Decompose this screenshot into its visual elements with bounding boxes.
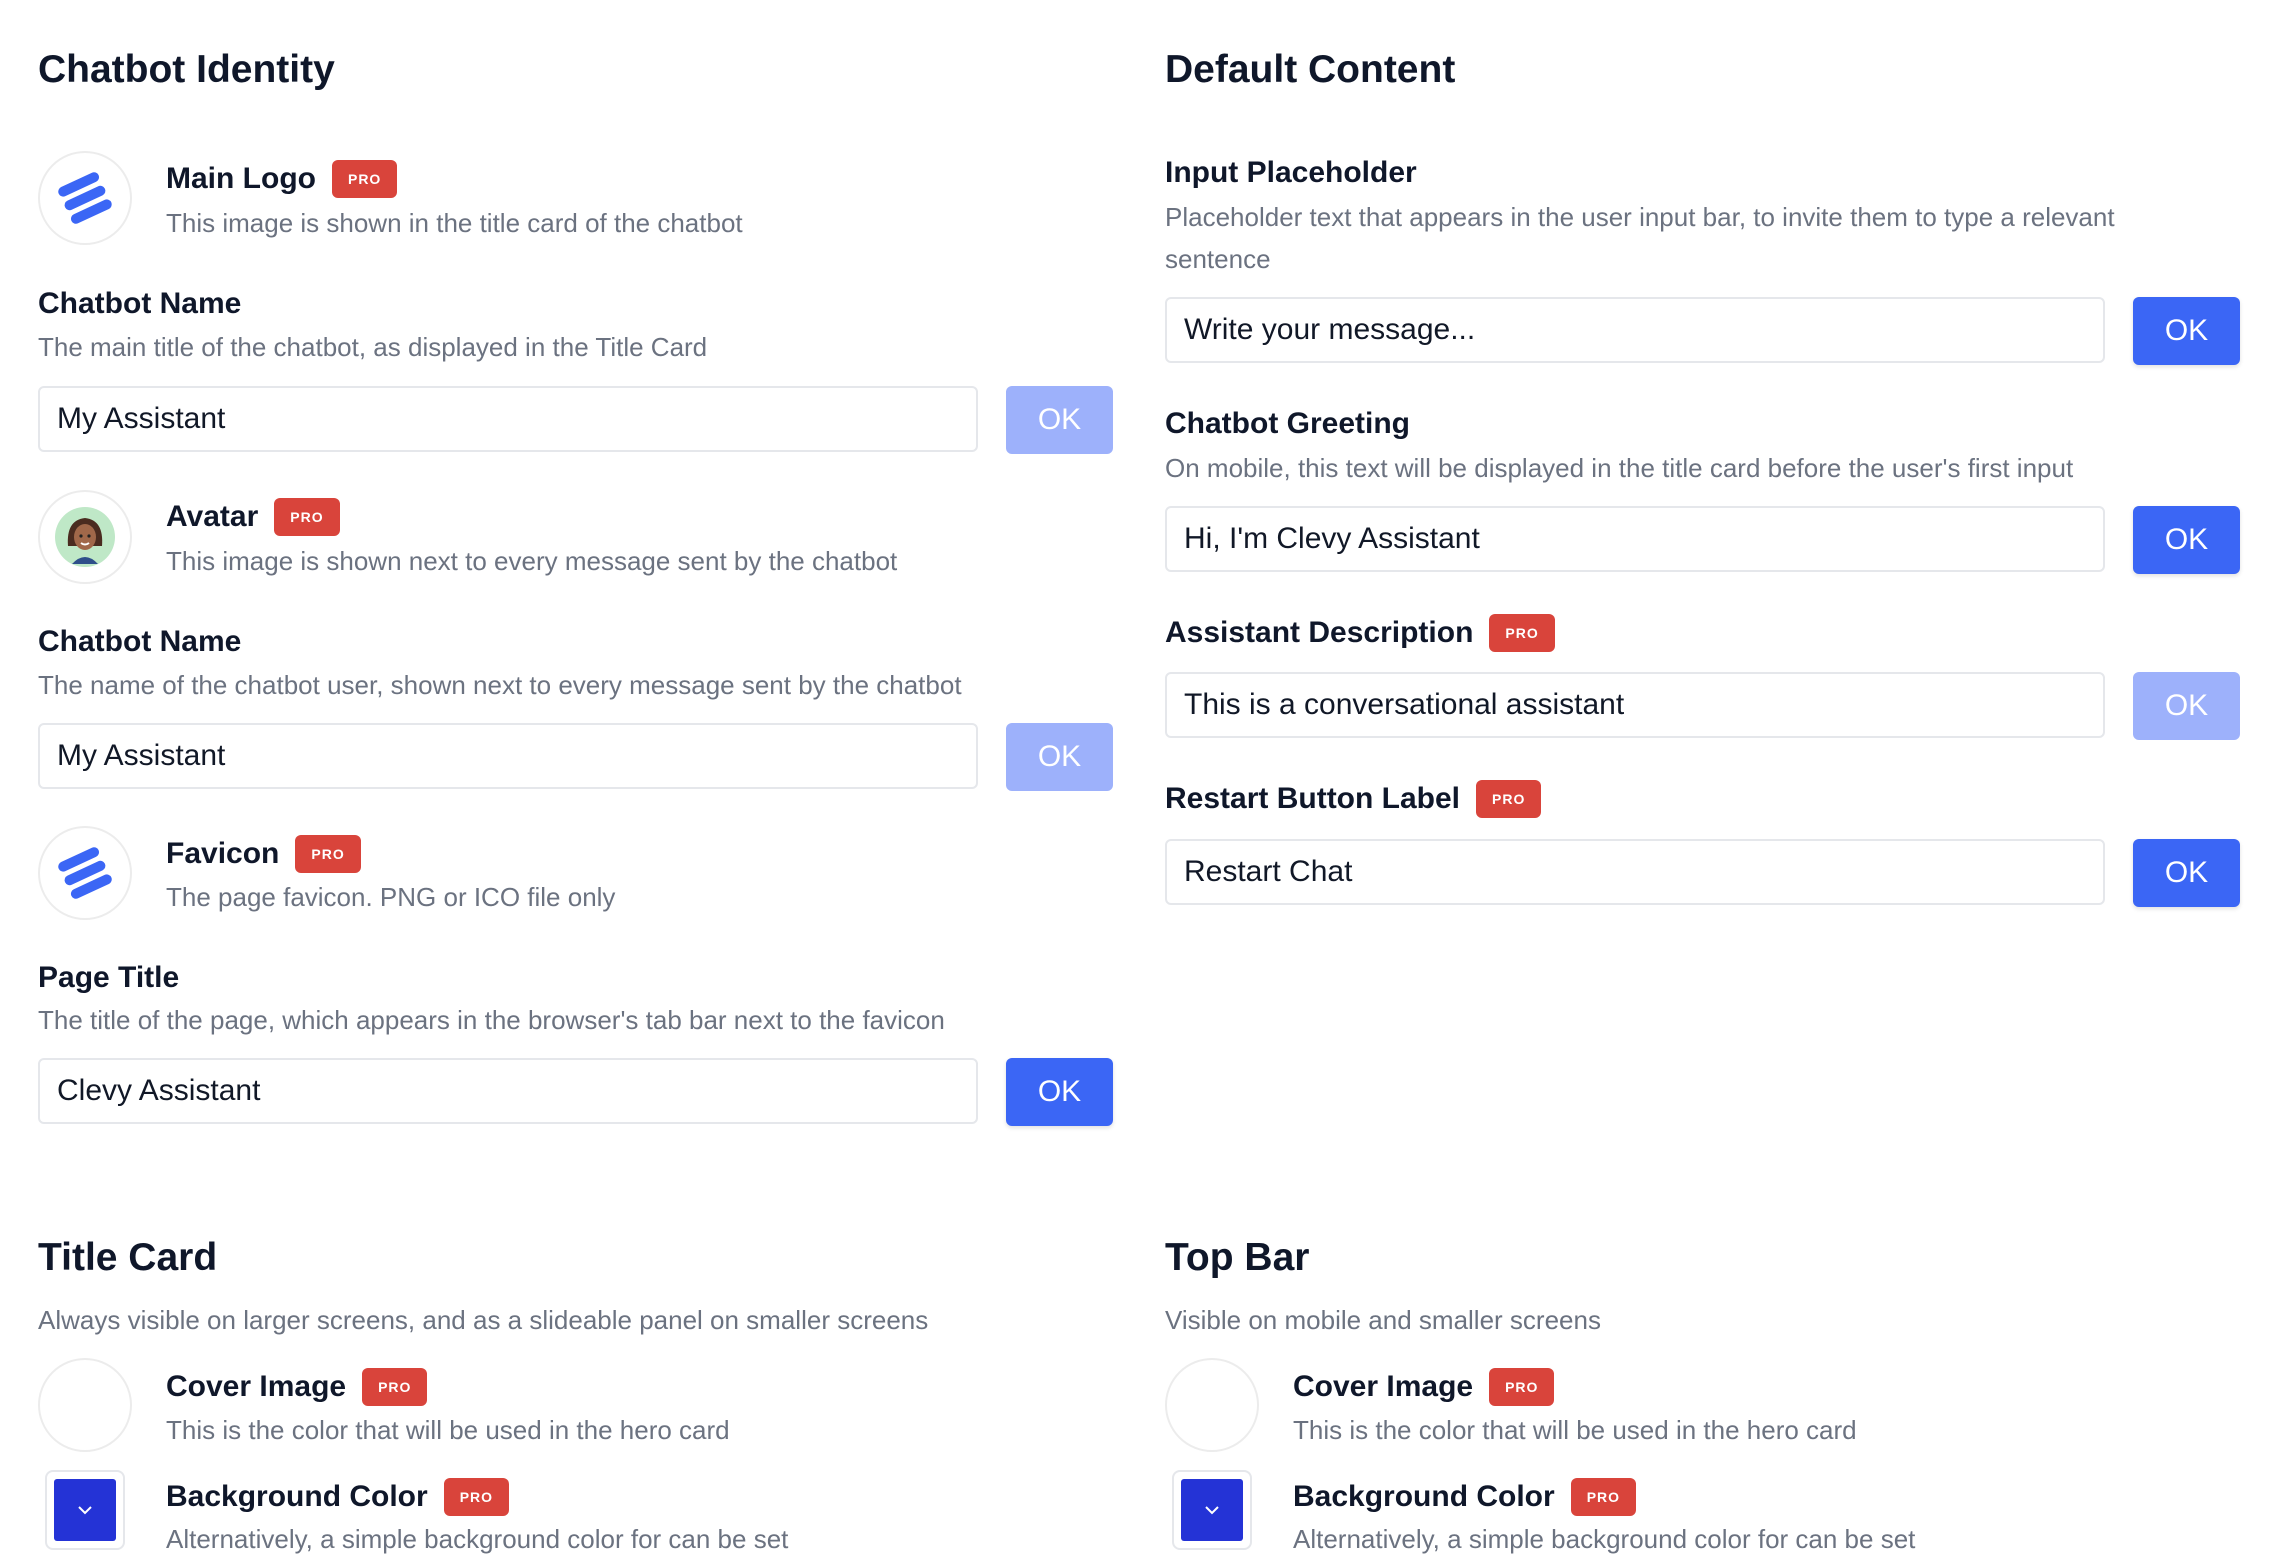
top-bar-description: Visible on mobile and smaller screens — [1165, 1305, 1601, 1335]
pro-badge: PRO — [1489, 1368, 1555, 1406]
main-logo-upload[interactable] — [38, 151, 132, 245]
chevron-down-icon — [78, 1506, 92, 1515]
chevron-down-icon — [1205, 1506, 1219, 1515]
top-bar-background-color-description: Alternatively, a simple background color… — [1293, 1524, 1916, 1554]
input-placeholder-row: OK — [1165, 297, 2240, 367]
avatar-description: This image is shown next to every messag… — [166, 546, 898, 576]
assistant-description-ok-button[interactable]: OK — [2133, 672, 2240, 740]
pro-badge: PRO — [362, 1368, 428, 1406]
greeting-row: OK — [1165, 506, 2240, 576]
background-color-label: Background Color — [166, 1480, 428, 1513]
title-card-color-picker[interactable] — [45, 1470, 125, 1550]
restart-label-ok-button[interactable]: OK — [2133, 839, 2240, 907]
favicon-upload[interactable] — [38, 826, 132, 920]
input-placeholder-input[interactable] — [1165, 297, 2105, 363]
title-card-background-color-title: Background Color PRO — [166, 1478, 510, 1516]
section-title-chatbot-identity: Chatbot Identity — [38, 48, 335, 91]
section-title-top-bar: Top Bar — [1165, 1236, 1310, 1279]
chatbot-name-row: OK — [38, 386, 1113, 456]
greeting-input[interactable] — [1165, 506, 2105, 572]
assistant-description-title: Assistant Description PRO — [1165, 614, 1555, 652]
chatbot-user-name-input[interactable] — [38, 723, 978, 789]
restart-label-input[interactable] — [1165, 839, 2105, 905]
pro-badge: PRO — [331, 160, 398, 198]
pro-badge: PRO — [1489, 614, 1555, 652]
top-bar-cover-image-title: Cover Image PRO — [1293, 1368, 1555, 1406]
greeting-description: On mobile, this text will be displayed i… — [1165, 453, 2074, 483]
input-placeholder-label: Input Placeholder — [1165, 156, 1417, 189]
chatbot-name-ok-button[interactable]: OK — [1006, 386, 1113, 454]
input-placeholder-description: Placeholder text that appears in the use… — [1165, 202, 2115, 274]
top-bar-background-color-title: Background Color PRO — [1293, 1478, 1637, 1516]
assistant-description-row: OK — [1165, 672, 2240, 742]
pro-badge: PRO — [295, 835, 361, 873]
restart-label-title: Restart Button Label PRO — [1165, 780, 1542, 818]
pro-badge: PRO — [1476, 780, 1542, 818]
greeting-ok-button[interactable]: OK — [2133, 506, 2240, 574]
assistant-description-label: Assistant Description — [1165, 616, 1474, 649]
section-title-default-content: Default Content — [1165, 48, 1456, 91]
avatar-label: Avatar — [166, 500, 259, 533]
pro-badge: PRO — [1570, 1478, 1637, 1516]
assistant-description-input[interactable] — [1165, 672, 2105, 738]
input-placeholder-ok-button[interactable]: OK — [2133, 297, 2240, 365]
page-title-label: Page Title — [38, 961, 180, 994]
restart-label-row: OK — [1165, 839, 2240, 909]
page-title-input[interactable] — [38, 1058, 978, 1124]
logo-icon — [58, 172, 112, 224]
pro-badge: PRO — [274, 498, 340, 536]
title-card-cover-image-title: Cover Image PRO — [166, 1368, 428, 1406]
avatar-upload[interactable] — [38, 490, 132, 584]
background-color-label: Background Color — [1293, 1480, 1555, 1513]
favicon-icon — [58, 847, 112, 899]
favicon-description: The page favicon. PNG or ICO file only — [166, 882, 616, 912]
title-card-description: Always visible on larger screens, and as… — [38, 1305, 929, 1335]
main-logo-title: Main Logo PRO — [166, 160, 398, 198]
top-bar-color-picker[interactable] — [1172, 1470, 1252, 1550]
cover-image-label: Cover Image — [1293, 1370, 1474, 1403]
section-title-title-card: Title Card — [38, 1236, 218, 1279]
page-title-description: The title of the page, which appears in … — [38, 1005, 945, 1035]
color-swatch-fill — [54, 1479, 116, 1541]
main-logo-description: This image is shown in the title card of… — [166, 208, 743, 238]
chatbot-name-description: The main title of the chatbot, as displa… — [38, 332, 708, 362]
chatbot-user-name-label: Chatbot Name — [38, 625, 242, 658]
chatbot-name-input[interactable] — [38, 386, 978, 452]
favicon-label: Favicon — [166, 837, 280, 870]
chatbot-user-name-description: The name of the chatbot user, shown next… — [38, 670, 962, 700]
chatbot-name-label: Chatbot Name — [38, 287, 242, 320]
title-card-cover-image-upload[interactable] — [38, 1358, 132, 1452]
main-logo-label: Main Logo — [166, 162, 316, 195]
greeting-label: Chatbot Greeting — [1165, 407, 1410, 440]
color-swatch-fill — [1181, 1479, 1243, 1541]
avatar-title: Avatar PRO — [166, 498, 340, 536]
avatar-icon — [55, 507, 115, 567]
cover-image-label: Cover Image — [166, 1370, 347, 1403]
page-title-ok-button[interactable]: OK — [1006, 1058, 1113, 1126]
pro-badge: PRO — [443, 1478, 510, 1516]
default-content-section: Default Content Input Placeholder Placeh… — [1165, 0, 2240, 1552]
restart-label-label: Restart Button Label — [1165, 782, 1461, 815]
top-bar-cover-image-description: This is the color that will be used in t… — [1293, 1415, 1857, 1445]
favicon-title: Favicon PRO — [166, 835, 361, 873]
chatbot-user-name-row: OK — [38, 723, 1113, 793]
chatbot-identity-section: Chatbot Identity Main Logo PRO This imag… — [38, 0, 1113, 1552]
chatbot-user-name-ok-button[interactable]: OK — [1006, 723, 1113, 791]
top-bar-cover-image-upload[interactable] — [1165, 1358, 1259, 1452]
title-card-background-color-description: Alternatively, a simple background color… — [166, 1524, 789, 1554]
page-title-row: OK — [38, 1058, 1113, 1128]
title-card-cover-image-description: This is the color that will be used in t… — [166, 1415, 730, 1445]
